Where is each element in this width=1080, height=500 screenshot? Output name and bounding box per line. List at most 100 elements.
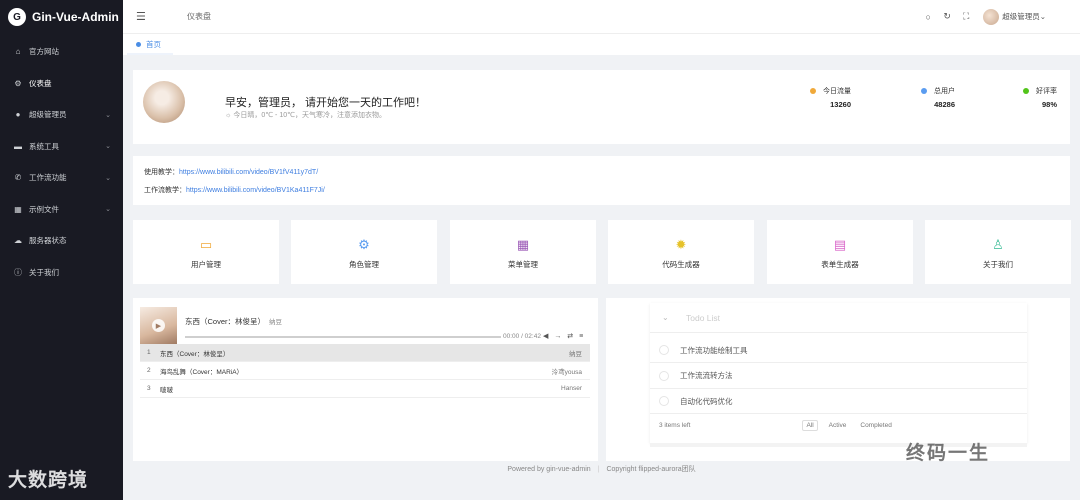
- todo-item[interactable]: 自动化代码优化: [650, 389, 1027, 414]
- user-avatar: [143, 81, 185, 123]
- traffic-icon: [810, 88, 816, 94]
- sidebar-item-5[interactable]: ▦ 示例文件 ⌄: [0, 194, 123, 226]
- hamburger-icon[interactable]: ☰: [136, 10, 148, 23]
- sidebar-item-label: 官方网站: [29, 47, 59, 57]
- sidebar-item-2[interactable]: ● 超级管理员 ⌄: [0, 99, 123, 131]
- tab-bar: 首页: [123, 33, 1080, 55]
- stat-value: 13260: [830, 100, 851, 109]
- todo-checkbox[interactable]: [659, 370, 669, 381]
- quick-entry-0[interactable]: ▭ 用户管理: [133, 220, 279, 284]
- sidebar-item-label: 工作流功能: [29, 173, 67, 183]
- todo-checkbox[interactable]: [659, 345, 669, 355]
- stat-rating: 好评率 98%: [1023, 86, 1057, 109]
- sidebar-item-label: 仪表盘: [29, 78, 52, 88]
- todo-footer: 3 items left All Active Completed: [659, 420, 1027, 431]
- quick-entry-label: 用户管理: [191, 260, 221, 269]
- todo-checkbox[interactable]: [659, 396, 669, 406]
- user-name-label: 超级管理员: [1002, 12, 1040, 21]
- chevron-down-icon: ⌄: [105, 174, 111, 182]
- quick-entry-label: 关于我们: [983, 260, 1013, 269]
- usage-link[interactable]: https://www.bilibili.com/video/BV1fV411y…: [179, 169, 318, 176]
- stat-label: 总用户: [934, 88, 955, 95]
- chevron-down-icon: ⌄: [105, 111, 111, 119]
- grid-icon: ▦: [14, 204, 22, 214]
- song-title-text: 东西（Cover：林俊呈）: [185, 317, 266, 326]
- sidebar-item-3[interactable]: ▬ 系统工具 ⌄: [0, 131, 123, 163]
- user-name[interactable]: 超级管理员⌄: [1002, 11, 1046, 22]
- tutorial-links-card: 使用教学：https://www.bilibili.com/video/BV1f…: [133, 156, 1070, 205]
- track-title: 啵啵: [160, 386, 173, 394]
- quick-entry-3[interactable]: ✹ 代码生成器: [608, 220, 754, 284]
- quick-entry-label: 代码生成器: [662, 260, 700, 269]
- chevron-down-icon: ⌄: [105, 206, 111, 214]
- todo-list: ⌄ Todo List 工作流功能绘制工具工作流流转方法自动化代码优化 3 it…: [650, 303, 1027, 443]
- sidebar-item-label: 超级管理员: [29, 110, 67, 120]
- track-artist: Hanser: [561, 385, 582, 392]
- sidebar-item-4[interactable]: ✆ 工作流功能 ⌄: [0, 162, 123, 194]
- play-time: 00:00 / 02:42: [503, 333, 541, 340]
- sidebar-item-7[interactable]: ⓘ 关于我们: [0, 257, 123, 289]
- footer-separator: |: [597, 466, 600, 473]
- track-title: 东西（Cover：林俊呈）: [160, 350, 230, 358]
- todo-text: 自动化代码优化: [680, 396, 733, 406]
- fullscreen-icon[interactable]: ⛶: [960, 11, 972, 22]
- todo-text: 工作流功能绘制工具: [680, 345, 748, 355]
- song-artist: 纳豆: [269, 319, 283, 326]
- track-title: 海鸟乱舞（Cover：MARiA）: [160, 368, 244, 376]
- info-icon: ⓘ: [14, 267, 22, 277]
- todo-card: ⌄ Todo List 工作流功能绘制工具工作流流转方法自动化代码优化 3 it…: [606, 298, 1070, 461]
- search-icon[interactable]: ○: [922, 12, 934, 22]
- quick-entry-label: 菜单管理: [508, 260, 538, 269]
- greeting-text: 早安，管理员， 请开始您一天的工作吧！: [225, 97, 427, 109]
- phone-icon: ✆: [14, 173, 22, 183]
- stat-label: 今日流量: [823, 88, 851, 95]
- track-artist: 泠鸢yousa: [551, 368, 582, 376]
- filter-active[interactable]: Active: [826, 421, 850, 430]
- chevron-down-icon[interactable]: ⌄: [662, 313, 672, 322]
- powered-by: Powered by gin-vue-admin: [507, 466, 591, 473]
- quick-entry-4[interactable]: ▤ 表单生成器: [767, 220, 913, 284]
- playlist-row[interactable]: 1 东西（Cover：林俊呈） 纳豆: [140, 344, 590, 362]
- gear-icon: ⚙: [14, 78, 22, 88]
- copyright: Copyright flipped-aurora团队: [606, 466, 696, 473]
- sidebar-item-6[interactable]: ☁ 服务器状态: [0, 225, 123, 257]
- watermark-left: 大数跨境: [8, 470, 89, 491]
- play-icon[interactable]: ▶: [152, 319, 165, 332]
- todo-item[interactable]: 工作流流转方法: [650, 364, 1027, 389]
- quick-entry-1[interactable]: ⚙ 角色管理: [291, 220, 437, 284]
- todo-filters: All Active Completed: [802, 420, 902, 431]
- filter-all[interactable]: All: [802, 420, 818, 431]
- stat-value: 98%: [1041, 100, 1057, 109]
- home-icon: ⌂: [15, 47, 21, 57]
- progress-bar[interactable]: [185, 336, 501, 338]
- playlist: 1 东西（Cover：林俊呈） 纳豆 2 海鸟乱舞（Cover：MARiA） 泠鸢yous…: [140, 344, 590, 398]
- playlist-row[interactable]: 3 啵啵 Hanser: [140, 380, 590, 398]
- refresh-icon[interactable]: ↻: [941, 11, 953, 22]
- todo-item[interactable]: 工作流功能绘制工具: [650, 338, 1027, 363]
- quick-entry-5[interactable]: ♙ 关于我们: [925, 220, 1071, 284]
- logo-icon: G: [8, 8, 26, 26]
- avatar[interactable]: [983, 8, 1000, 25]
- sidebar-item-0[interactable]: ⌂ 官方网站: [0, 36, 123, 68]
- toolbox-icon: ▬: [14, 141, 22, 151]
- usage-label: 使用教学：: [144, 169, 179, 176]
- filter-completed[interactable]: Completed: [857, 421, 894, 430]
- items-left: 3 items left: [659, 422, 691, 429]
- usage-tutorial-row: 使用教学：https://www.bilibili.com/video/BV1f…: [144, 167, 318, 177]
- album-cover: ▶: [140, 307, 177, 344]
- quick-entry-2[interactable]: ▦ 菜单管理: [450, 220, 596, 284]
- sidebar-item-1[interactable]: ⚙ 仪表盘: [0, 68, 123, 100]
- user-icon: ●: [15, 110, 21, 120]
- quick-entry-label: 角色管理: [349, 260, 379, 269]
- todo-input[interactable]: Todo List: [686, 313, 720, 323]
- player-controls[interactable]: ◀ → ⇄ ≡: [543, 332, 585, 340]
- workflow-link[interactable]: https://www.bilibili.com/video/BV1Ka411F…: [186, 187, 325, 194]
- sidebar-item-label: 服务器状态: [29, 236, 67, 246]
- todo-input-row[interactable]: ⌄ Todo List: [650, 303, 1027, 333]
- cog-icon: ✹: [675, 237, 687, 252]
- playlist-row[interactable]: 2 海鸟乱舞（Cover：MARiA） 泠鸢yousa: [140, 362, 590, 380]
- sidebar: G Gin-Vue-Admin ⌂ 官方网站 ⚙ 仪表盘 ● 超级管理员 ⌄ ▬ 系统工具 ⌄ ✆ 工…: [0, 0, 123, 500]
- app-logo[interactable]: G Gin-Vue-Admin: [0, 0, 123, 34]
- tab-home[interactable]: 首页: [127, 36, 173, 55]
- track-number: 2: [147, 367, 151, 374]
